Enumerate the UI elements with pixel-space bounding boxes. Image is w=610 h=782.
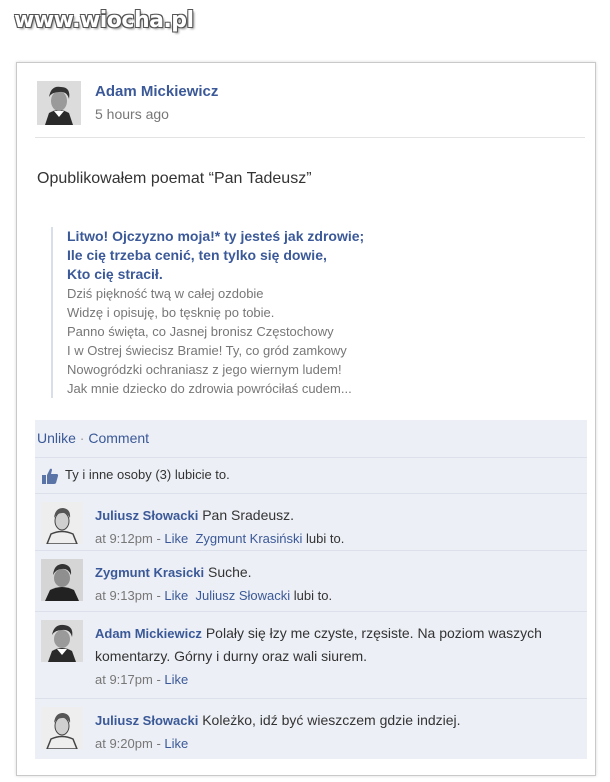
comment-body: Juliusz Słowacki Pan Sradeusz. at 9:12pm… (95, 504, 583, 550)
comment-time[interactable]: at 9:12pm (95, 531, 153, 546)
thumbs-up-icon (41, 467, 59, 490)
site-watermark: www.wiocha.pl (14, 8, 194, 33)
post-header: Adam Mickiewicz 5 hours ago (37, 81, 597, 129)
post-actions: Unlike · Comment (37, 430, 149, 446)
comment-author[interactable]: Zygmunt Krasicki (95, 565, 204, 580)
comment-text: Suche. (207, 564, 252, 580)
comment-item: Juliusz Słowacki Koleżko, idź być wieszc… (35, 698, 587, 759)
comment-item: Juliusz Słowacki Pan Sradeusz. at 9:12pm… (35, 493, 587, 550)
comment-body: Juliusz Słowacki Koleżko, idź być wieszc… (95, 709, 583, 755)
like-link[interactable]: Like (164, 531, 188, 546)
poem-line: I w Ostrej świecisz Bramie! Ty, co gród … (67, 343, 347, 358)
comment-body: Adam Mickiewicz Polały się łzy me czyste… (95, 622, 583, 691)
poem-line-bold: Litwo! Ojczyzno moja!* ty jesteś jak zdr… (67, 228, 365, 244)
comment-time[interactable]: at 9:13pm (95, 588, 153, 603)
post-status-text: Opublikowałem poemat “Pan Tadeusz” (37, 170, 312, 187)
poem-line: Dziś piękność twą w całej ozdobie (67, 286, 264, 301)
facebook-post-card: Adam Mickiewicz 5 hours ago Opublikowałe… (16, 62, 596, 776)
comment-meta: at 9:17pm - Like (95, 672, 189, 687)
comment-body: Zygmunt Krasicki Suche. at 9:13pm - Like… (95, 561, 583, 607)
liked-by-name[interactable]: Zygmunt Krasiński (195, 531, 302, 546)
comment-time[interactable]: at 9:20pm (95, 736, 153, 751)
comment-item: Zygmunt Krasicki Suche. at 9:13pm - Like… (35, 550, 587, 611)
comment-author[interactable]: Adam Mickiewicz (95, 626, 202, 641)
comment-item: Adam Mickiewicz Polały się łzy me czyste… (35, 611, 587, 698)
poem-excerpt: Litwo! Ojczyzno moja!* ty jesteś jak zdr… (51, 227, 587, 398)
commenter-avatar[interactable] (41, 707, 83, 749)
like-link[interactable]: Like (164, 672, 188, 687)
comment-time[interactable]: at 9:17pm (95, 672, 153, 687)
comment-author[interactable]: Juliusz Słowacki (95, 713, 198, 728)
comment-author[interactable]: Juliusz Słowacki (95, 508, 198, 523)
poem-line: Nowogródzki ochraniasz z jego wiernym lu… (67, 362, 342, 377)
divider (35, 137, 585, 138)
poem-line-bold: Kto cię stracił. (67, 266, 163, 282)
like-link[interactable]: Like (164, 736, 188, 751)
author-avatar[interactable] (37, 81, 81, 125)
liked-by-suffix: lubi to. (293, 588, 333, 603)
poem-line: Panno święta, co Jasnej bronisz Częstoch… (67, 324, 334, 339)
likes-summary: Ty i inne osoby (3) lubicie to. (35, 457, 587, 494)
poem-line-bold: Ile cię trzeba cenić, ten tylko się dowi… (67, 247, 327, 263)
post-time[interactable]: 5 hours ago (95, 106, 169, 122)
liked-by-name[interactable]: Juliusz Słowacki (195, 588, 290, 603)
poem-line: Widzę i opisuję, bo tęsknię po tobie. (67, 305, 275, 320)
poem-line: Jak mnie dziecko do zdrowia powróciłaś c… (67, 381, 352, 396)
comment-link[interactable]: Comment (88, 430, 149, 446)
separator-dot: · (79, 430, 85, 446)
likes-text[interactable]: Ty i inne osoby (3) lubicie to. (65, 467, 230, 482)
post-author[interactable]: Adam Mickiewicz (95, 83, 218, 100)
comment-text: Koleżko, idź być wieszczem gdzie indziej… (202, 712, 461, 728)
comment-text: Pan Sradeusz. (202, 507, 295, 523)
commenter-avatar[interactable] (41, 502, 83, 544)
like-link[interactable]: Like (164, 588, 188, 603)
commenter-avatar[interactable] (41, 620, 83, 662)
comment-meta: at 9:20pm - Like (95, 736, 189, 751)
comment-meta: at 9:12pm - Like Zygmunt Krasiński lubi … (95, 531, 345, 546)
liked-by-suffix: lubi to. (306, 531, 345, 546)
unlike-link[interactable]: Unlike (37, 430, 76, 446)
comment-meta: at 9:13pm - Like Juliusz Słowacki lubi t… (95, 588, 333, 603)
commenter-avatar[interactable] (41, 559, 83, 601)
